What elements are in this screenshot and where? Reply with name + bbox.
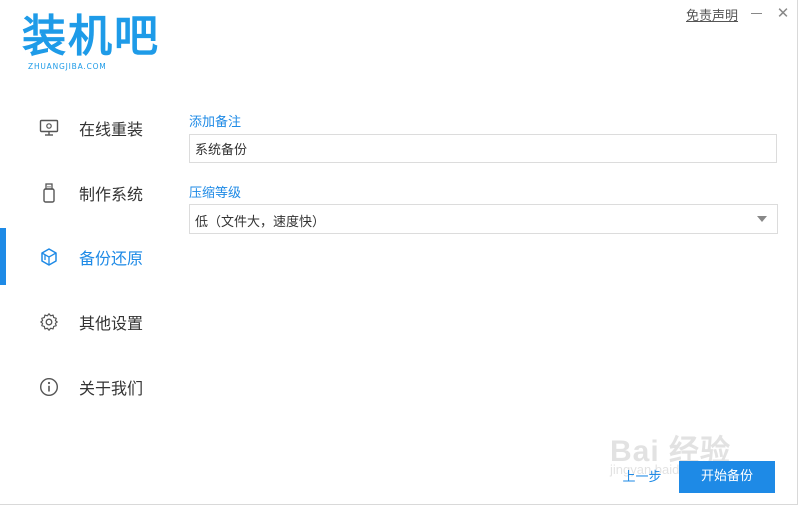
- compress-level-select[interactable]: 低（文件大，速度快）: [189, 204, 778, 234]
- note-label: 添加备注: [189, 115, 242, 130]
- minimize-button[interactable]: [749, 4, 763, 20]
- logo-title: 装机吧: [22, 11, 160, 62]
- sidebar-item-make-system[interactable]: 制作系统: [0, 165, 175, 221]
- sidebar-item-label: 制作系统: [79, 185, 144, 204]
- gear-icon: [39, 312, 59, 332]
- chevron-down-icon: [757, 216, 767, 222]
- sidebar-item-online-install[interactable]: 在线重装: [0, 100, 175, 156]
- sidebar-item-other-settings[interactable]: 其他设置: [0, 294, 175, 350]
- app-logo: 装机吧 ZHUANGJIBA.COM: [22, 12, 172, 74]
- disclaimer-link[interactable]: 免责声明: [686, 5, 738, 24]
- sidebar-item-label: 在线重装: [79, 120, 144, 139]
- sidebar-item-label: 其他设置: [79, 314, 144, 333]
- close-button[interactable]: ✕: [775, 5, 791, 21]
- previous-step-button[interactable]: 上一步: [612, 462, 672, 494]
- info-icon: [39, 377, 59, 397]
- sidebar-item-about-us[interactable]: 关于我们: [0, 359, 175, 415]
- compress-level-value: 低（文件大，速度快）: [195, 215, 326, 230]
- backup-cube-icon: [39, 247, 59, 267]
- note-input[interactable]: [189, 134, 777, 163]
- sidebar-item-label: 备份还原: [79, 249, 144, 268]
- compress-level-label: 压缩等级: [189, 186, 242, 201]
- usb-drive-icon: [39, 183, 59, 203]
- monitor-icon: [39, 118, 59, 138]
- sidebar-item-label: 关于我们: [79, 379, 144, 398]
- logo-subtitle: ZHUANGJIBA.COM: [28, 62, 107, 71]
- sidebar-item-backup-restore[interactable]: 备份还原: [0, 229, 175, 285]
- start-backup-button[interactable]: 开始备份: [679, 461, 775, 493]
